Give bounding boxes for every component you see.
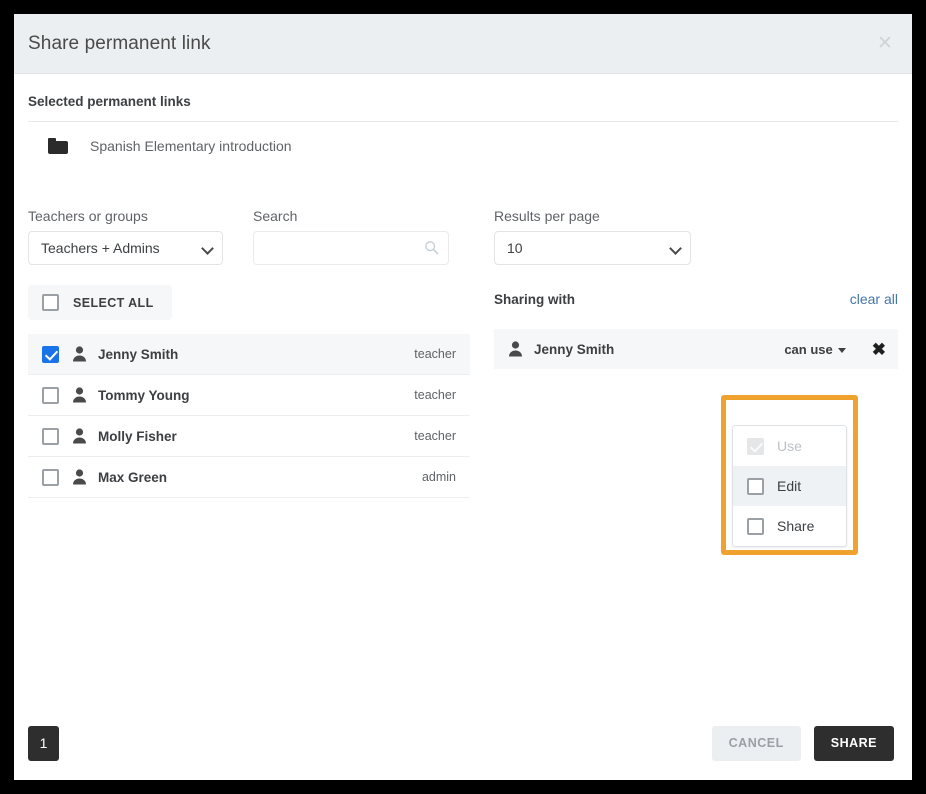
share-button[interactable]: SHARE bbox=[813, 725, 894, 761]
close-icon[interactable]: ✕ bbox=[872, 31, 898, 57]
footer-buttons: CANCEL SHARE bbox=[711, 725, 894, 761]
table-row[interactable]: Jenny Smith teacher bbox=[28, 334, 470, 375]
person-icon bbox=[73, 387, 86, 403]
folder-icon bbox=[48, 138, 68, 154]
dialog-body: Selected permanent links Spanish Element… bbox=[14, 74, 912, 706]
permission-dropdown-menu: Use Edit Share bbox=[732, 425, 847, 547]
person-icon bbox=[509, 341, 522, 357]
user-name: Max Green bbox=[98, 469, 168, 485]
user-role: teacher bbox=[414, 347, 456, 361]
dialog-title: Share permanent link bbox=[28, 32, 211, 54]
select-all-checkbox[interactable] bbox=[42, 294, 59, 311]
edit-checkbox[interactable] bbox=[747, 477, 764, 495]
share-checkbox[interactable] bbox=[747, 517, 764, 535]
results-per-page-label: Results per page bbox=[494, 208, 600, 224]
table-row[interactable]: Tommy Young teacher bbox=[28, 375, 470, 416]
selected-link-item: Spanish Elementary introduction bbox=[28, 122, 898, 170]
person-icon bbox=[73, 469, 86, 485]
results-per-page: Results per page 10 bbox=[494, 208, 898, 265]
clear-all-link[interactable]: clear all bbox=[850, 291, 898, 307]
user-checkbox[interactable] bbox=[42, 386, 59, 404]
table-row[interactable]: Max Green admin bbox=[28, 457, 470, 498]
group-select-wrapper: Teachers + Admins bbox=[28, 231, 223, 265]
person-icon bbox=[73, 346, 86, 362]
filter-row: Teachers or groups Teachers + Admins Sea… bbox=[28, 208, 470, 265]
permission-option-label: Use bbox=[777, 438, 802, 454]
table-row[interactable]: Molly Fisher teacher bbox=[28, 416, 470, 457]
remove-share-icon[interactable]: ✖ bbox=[872, 341, 886, 358]
sharing-entry-row: Jenny Smith can use ✖ bbox=[494, 329, 898, 369]
permission-option-use: Use bbox=[733, 426, 846, 466]
user-checkbox[interactable] bbox=[42, 345, 59, 363]
user-list: Jenny Smith teacher Tommy Young teacher bbox=[28, 334, 470, 498]
group-filter-label: Teachers or groups bbox=[28, 208, 148, 224]
select-all-label: SELECT ALL bbox=[73, 295, 154, 310]
selected-link-name: Spanish Elementary introduction bbox=[90, 138, 292, 154]
results-select-wrapper: 10 bbox=[494, 231, 691, 265]
permission-option-label: Edit bbox=[777, 478, 802, 494]
search-filter: Search bbox=[253, 208, 449, 265]
user-role: admin bbox=[421, 470, 456, 484]
chevron-down-icon bbox=[837, 347, 846, 353]
use-checkbox bbox=[747, 437, 764, 455]
search-wrapper bbox=[253, 231, 449, 265]
search-input[interactable] bbox=[253, 231, 449, 265]
page-number-button[interactable]: 1 bbox=[28, 725, 59, 761]
permission-option-label: Share bbox=[777, 518, 815, 534]
selected-links-heading: Selected permanent links bbox=[28, 94, 191, 109]
results-per-page-select[interactable]: 10 bbox=[494, 231, 691, 265]
permission-dropdown-label: can use bbox=[784, 341, 833, 357]
person-icon bbox=[73, 428, 86, 444]
permission-option-share[interactable]: Share bbox=[733, 506, 846, 546]
user-name: Jenny Smith bbox=[98, 346, 179, 362]
cancel-button[interactable]: CANCEL bbox=[711, 725, 801, 761]
left-column: Teachers or groups Teachers + Admins Sea… bbox=[28, 208, 480, 498]
permission-dropdown-toggle[interactable]: can use bbox=[784, 341, 846, 357]
user-role: teacher bbox=[414, 429, 456, 443]
user-checkbox[interactable] bbox=[42, 468, 59, 486]
select-all-button[interactable]: SELECT ALL bbox=[28, 285, 172, 320]
group-select[interactable]: Teachers + Admins bbox=[28, 231, 223, 265]
search-label: Search bbox=[253, 208, 298, 224]
group-filter: Teachers or groups Teachers + Admins bbox=[28, 208, 223, 265]
dialog-footer: 1 CANCEL SHARE bbox=[14, 706, 912, 780]
user-name: Molly Fisher bbox=[98, 428, 177, 444]
sharing-with-title: Sharing with bbox=[494, 292, 575, 307]
user-name: Tommy Young bbox=[98, 387, 190, 403]
user-checkbox[interactable] bbox=[42, 427, 59, 445]
permission-option-edit[interactable]: Edit bbox=[733, 466, 846, 506]
sharing-with-header: Sharing with clear all bbox=[494, 291, 898, 307]
share-dialog: Share permanent link ✕ Selected permanen… bbox=[14, 14, 912, 780]
sharing-entry-name: Jenny Smith bbox=[534, 341, 615, 357]
user-role: teacher bbox=[414, 388, 456, 402]
dialog-header: Share permanent link ✕ bbox=[14, 14, 912, 74]
permission-area: can use ✖ bbox=[784, 341, 886, 358]
